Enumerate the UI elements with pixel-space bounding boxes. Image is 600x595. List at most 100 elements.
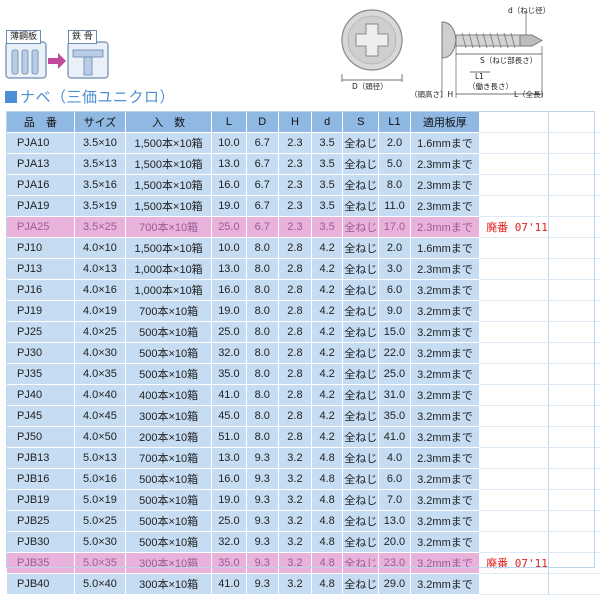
cell-l: 13.0: [212, 259, 246, 280]
table-row: PJB195.0×19500本×10箱19.09.33.24.8全ねじ7.03.…: [7, 490, 600, 511]
table-row: PJB135.0×13700本×10箱13.09.33.24.8全ねじ4.02.…: [7, 448, 600, 469]
cell-h: 3.2: [278, 469, 311, 490]
cell-d-thread: 3.5: [312, 196, 343, 217]
cell-size: 4.0×16: [74, 280, 125, 301]
cell-h: 2.3: [278, 154, 311, 175]
cell-size: 4.0×50: [74, 427, 125, 448]
cell-plate-thickness: 1.6mmまで: [410, 133, 479, 154]
cell-d-thread: 4.8: [312, 574, 343, 595]
cell-l1: 8.0: [379, 175, 411, 196]
cell-note: [480, 133, 549, 154]
cell-extra: [548, 196, 600, 217]
cell-size: 3.5×25: [74, 217, 125, 238]
cell-note: [480, 301, 549, 322]
cell-s: 全ねじ: [343, 406, 379, 427]
cell-d-head: 9.3: [246, 469, 278, 490]
cell-d-head: 8.0: [246, 322, 278, 343]
cell-l1: 13.0: [379, 511, 411, 532]
cell-h: 2.8: [278, 364, 311, 385]
screw-dimension-figure: d（ねじ径） D（頭径） （頭高さ）H S（ねじ部長さ） L1 （働き長さ） L…: [330, 2, 598, 106]
cell-l1: 41.0: [379, 427, 411, 448]
cell-size: 4.0×19: [74, 301, 125, 322]
steel-frame-label: 鉄 骨: [68, 30, 97, 44]
cell-extra: [548, 490, 600, 511]
cell-d-head: 8.0: [246, 385, 278, 406]
cell-s: 全ねじ: [343, 280, 379, 301]
cell-note: [480, 238, 549, 259]
cell-d-head: 8.0: [246, 406, 278, 427]
cell-quantity: 300本×10箱: [126, 553, 212, 574]
cell-l: 13.0: [212, 448, 246, 469]
cell-part-number: PJB13: [7, 448, 75, 469]
d-thread-diameter-label: d（ねじ径）: [508, 6, 550, 15]
cell-plate-thickness: 2.3mmまで: [410, 217, 479, 238]
cell-note: [480, 490, 549, 511]
table-row: PJ404.0×40400本×10箱41.08.02.84.2全ねじ31.03.…: [7, 385, 600, 406]
cell-d-thread: 4.2: [312, 427, 343, 448]
cell-l: 19.0: [212, 301, 246, 322]
section-title: ナベ（三価ユニクロ）: [5, 88, 175, 106]
cell-quantity: 1,000本×10箱: [126, 280, 212, 301]
cell-plate-thickness: 3.2mmまで: [410, 427, 479, 448]
cell-size: 4.0×40: [74, 385, 125, 406]
cell-d-head: 6.7: [246, 133, 278, 154]
cell-quantity: 500本×10箱: [126, 364, 212, 385]
table-row: PJ454.0×45300本×10箱45.08.02.84.2全ねじ35.03.…: [7, 406, 600, 427]
cell-d-head: 8.0: [246, 238, 278, 259]
table-row: PJ134.0×131,000本×10箱13.08.02.84.2全ねじ3.02…: [7, 259, 600, 280]
cell-quantity: 500本×10箱: [126, 532, 212, 553]
cell-d-thread: 3.5: [312, 217, 343, 238]
cell-s: 全ねじ: [343, 133, 379, 154]
cell-plate-thickness: 3.2mmまで: [410, 469, 479, 490]
cell-d-thread: 4.2: [312, 238, 343, 259]
cell-l1: 29.0: [379, 574, 411, 595]
cell-note: [480, 154, 549, 175]
cell-note: [480, 511, 549, 532]
cell-extra: [548, 217, 600, 238]
cell-h: 3.2: [278, 574, 311, 595]
cell-plate-thickness: 3.2mmまで: [410, 532, 479, 553]
cell-size: 4.0×45: [74, 406, 125, 427]
cell-d-thread: 3.5: [312, 154, 343, 175]
cell-h: 2.3: [278, 133, 311, 154]
cell-s: 全ねじ: [343, 154, 379, 175]
cell-h: 3.2: [278, 511, 311, 532]
cell-size: 4.0×13: [74, 259, 125, 280]
cell-quantity: 500本×10箱: [126, 322, 212, 343]
cell-part-number: PJA25: [7, 217, 75, 238]
cell-note: [480, 196, 549, 217]
cell-size: 5.0×30: [74, 532, 125, 553]
l1-sub-label: （働き長さ）: [468, 82, 513, 91]
cell-l1: 3.0: [379, 259, 411, 280]
column-header-d-head: D: [246, 112, 278, 133]
cell-l: 10.0: [212, 133, 246, 154]
cell-l1: 22.0: [379, 343, 411, 364]
column-header-l: L: [212, 112, 246, 133]
cell-size: 4.0×25: [74, 322, 125, 343]
cell-l1: 4.0: [379, 448, 411, 469]
cell-h: 3.2: [278, 532, 311, 553]
cell-quantity: 1,500本×10箱: [126, 133, 212, 154]
cell-quantity: 500本×10箱: [126, 469, 212, 490]
table-row: PJB165.0×16500本×10箱16.09.33.24.8全ねじ6.03.…: [7, 469, 600, 490]
cell-l1: 6.0: [379, 469, 411, 490]
column-header-part-number: 品 番: [7, 112, 75, 133]
cell-l1: 5.0: [379, 154, 411, 175]
cell-s: 全ねじ: [343, 259, 379, 280]
cell-size: 5.0×13: [74, 448, 125, 469]
cell-plate-thickness: 2.3mmまで: [410, 196, 479, 217]
cell-s: 全ねじ: [343, 532, 379, 553]
cell-plate-thickness: 3.2mmまで: [410, 343, 479, 364]
cell-quantity: 400本×10箱: [126, 385, 212, 406]
cell-d-thread: 4.8: [312, 469, 343, 490]
cell-part-number: PJ16: [7, 280, 75, 301]
cell-quantity: 500本×10箱: [126, 511, 212, 532]
cell-extra: [548, 511, 600, 532]
cell-s: 全ねじ: [343, 196, 379, 217]
cell-d-head: 9.3: [246, 511, 278, 532]
cell-h: 2.3: [278, 175, 311, 196]
table-header: 品 番サイズ入 数LDHdSL1適用板厚: [7, 112, 600, 133]
cell-s: 全ねじ: [343, 385, 379, 406]
cell-l: 13.0: [212, 154, 246, 175]
cell-size: 3.5×19: [74, 196, 125, 217]
